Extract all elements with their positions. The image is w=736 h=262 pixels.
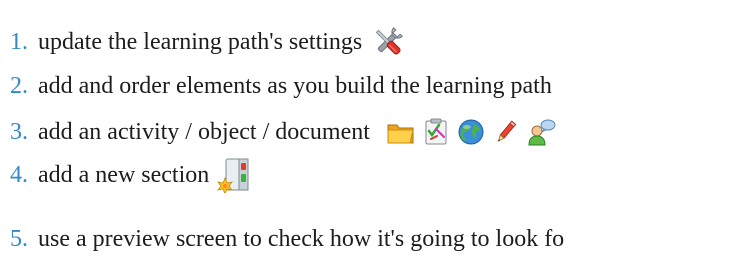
new-section-icon[interactable] [217,157,253,193]
pencil-icon[interactable] [491,117,521,147]
step-item-preview: 5. use a preview screen to check how it'… [10,222,564,256]
step-text: add an activity / object / document [38,119,370,145]
globe-icon[interactable] [456,117,486,147]
step-item-add-activity: 3. add an activity / object / document [10,115,556,149]
step-icons [386,117,556,147]
step-item-settings: 1. update the learning path's settings [10,25,406,59]
step-number: 2. [10,73,28,99]
step-number: 4. [10,162,28,188]
step-icons [370,24,406,60]
step-number: 1. [10,29,28,55]
step-text: add and order elements as you build the … [38,73,552,99]
folder-icon[interactable] [386,117,416,147]
step-text: add a new section [38,162,210,188]
checklist-icon[interactable] [421,117,451,147]
step-text: use a preview screen to check how it's g… [38,226,565,252]
steps-list: 1. update the learning path's settings 2… [10,0,736,262]
user-chat-icon[interactable] [526,117,556,147]
step-item-new-section: 4. add a new section [10,157,253,193]
step-text: update the learning path's settings [38,29,363,55]
step-icons [217,157,253,193]
step-number: 5. [10,226,28,252]
step-number: 3. [10,119,28,145]
step-item-build: 2. add and order elements as you build t… [10,69,552,103]
tools-icon[interactable] [370,24,406,60]
